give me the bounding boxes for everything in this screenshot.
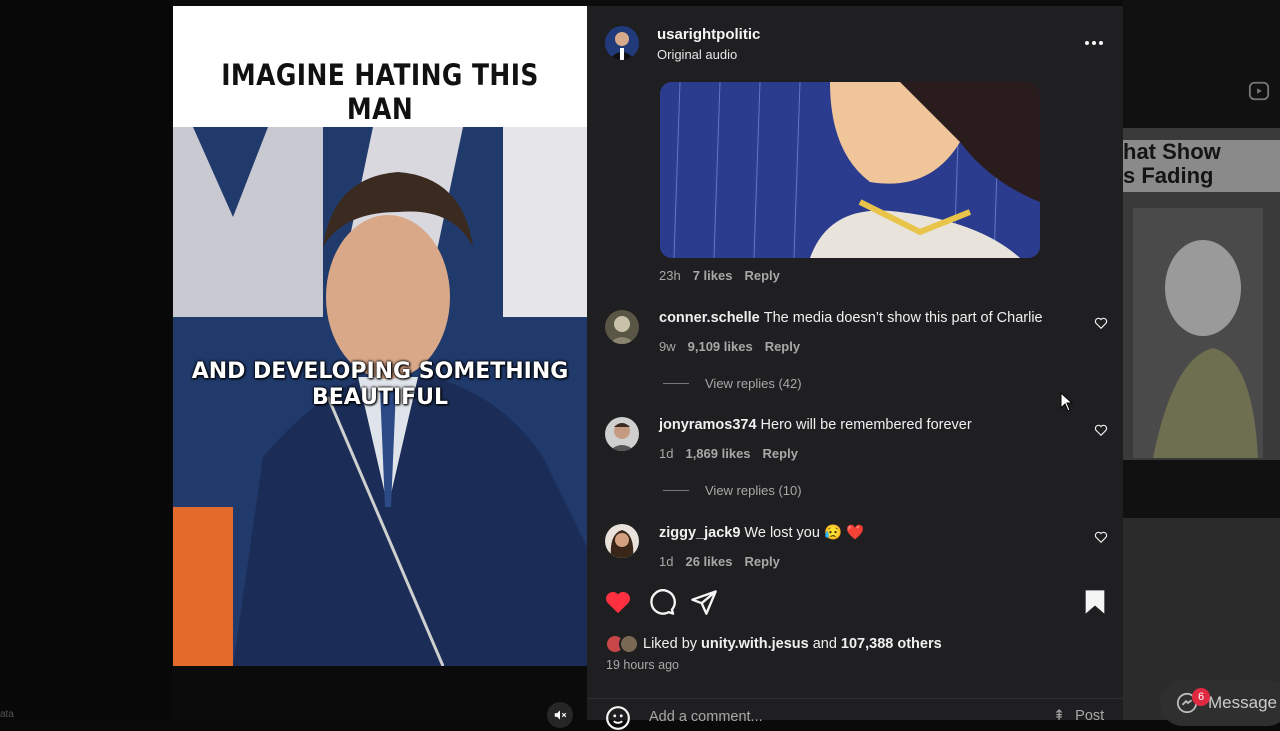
- post-comment-button[interactable]: ⇞ Post: [1053, 708, 1104, 724]
- view-replies-button[interactable]: View replies (10): [663, 483, 802, 498]
- post-label: Post: [1075, 708, 1105, 724]
- replies-divider: [663, 490, 689, 491]
- avatar-image: [605, 417, 639, 451]
- comment-meta: 1d 1,869 likes Reply: [659, 446, 798, 461]
- comment-likes[interactable]: 9,109 likes: [688, 339, 753, 354]
- more-options-icon[interactable]: [1083, 32, 1105, 54]
- comment-time: 1d: [659, 554, 674, 569]
- add-comment-bar: ⇞ Post: [587, 698, 1123, 731]
- commenter-avatar[interactable]: [605, 417, 639, 451]
- post-header: usarightpolitic Original audio: [587, 6, 1123, 76]
- media-headline: IMAGINE HATING THIS MAN: [221, 58, 539, 126]
- commenter-username[interactable]: conner.schelle: [659, 310, 760, 326]
- emoji-icon[interactable]: [605, 705, 631, 731]
- view-replies-button[interactable]: View replies (42): [663, 376, 802, 391]
- like-comment-heart-icon[interactable]: [1094, 423, 1108, 437]
- post-details-panel: usarightpolitic Original audio 23h 7 lik…: [587, 6, 1123, 730]
- post-action-bar: [587, 586, 1123, 620]
- comment-time: 1d: [659, 446, 674, 461]
- comment-meta: 1d 26 likes Reply: [659, 554, 780, 569]
- caption-line-2: s Fading: [1123, 163, 1214, 188]
- commenter-username[interactable]: jonyramos374: [659, 417, 757, 433]
- audio-label[interactable]: Original audio: [657, 47, 737, 62]
- view-replies-label: View replies (10): [705, 483, 802, 498]
- messages-label: Message: [1208, 693, 1277, 712]
- commenter-avatar[interactable]: [605, 524, 639, 558]
- comment-likes[interactable]: 26 likes: [685, 554, 732, 569]
- mute-button[interactable]: [547, 702, 573, 728]
- messages-button[interactable]: 6 Message: [1160, 680, 1280, 726]
- liker-avatar: [619, 634, 639, 654]
- reels-icon[interactable]: [1248, 80, 1270, 102]
- post-time: 19 hours ago: [606, 658, 679, 672]
- subtitle-line-2: BEAUTIFUL: [311, 385, 449, 410]
- comment-likes[interactable]: 1,869 likes: [685, 446, 750, 461]
- liked-by-prefix: Liked by: [643, 636, 698, 652]
- comment-gif[interactable]: [660, 82, 1040, 258]
- avatar-image: [605, 310, 639, 344]
- avatar-image: [605, 524, 639, 558]
- comment-text: jonyramos374 Hero will be remembered fore…: [659, 417, 972, 433]
- messages-badge: 6: [1192, 688, 1210, 706]
- comment-text: conner.schelle The media doesn’t show thi…: [659, 310, 1043, 326]
- author-username[interactable]: usarightpolitic: [657, 26, 760, 43]
- share-icon[interactable]: [690, 588, 718, 616]
- gif-comment-meta: 23h 7 likes Reply: [659, 268, 780, 283]
- like-comment-heart-icon[interactable]: [1094, 530, 1108, 544]
- add-comment-input[interactable]: [649, 707, 1029, 727]
- anime-gif-image: [660, 82, 1040, 258]
- reply-button[interactable]: Reply: [744, 268, 779, 283]
- comment-icon[interactable]: [648, 588, 676, 616]
- commenter-avatar[interactable]: [605, 310, 639, 344]
- comment-text: ziggy_jack9 We lost you 😥 ❤️: [659, 524, 864, 541]
- background-card-caption: hat Show s Fading: [1123, 140, 1280, 192]
- comment-time: 9w: [659, 339, 676, 354]
- comment-body: Hero will be remembered forever: [760, 417, 972, 433]
- comment-body: The media doesn’t show this part of Char…: [763, 310, 1043, 326]
- left-edge-text: ata: [0, 709, 14, 720]
- media-subtitle: AND DEVELOPING SOMETHING BEAUTIFUL: [173, 359, 587, 411]
- comment-body: We lost you 😥 ❤️: [744, 525, 865, 541]
- replies-divider: [663, 383, 689, 384]
- like-comment-heart-icon[interactable]: [1094, 316, 1108, 330]
- mouse-cursor-icon: [1060, 392, 1074, 412]
- left-background: ata: [0, 0, 172, 720]
- comment-likes[interactable]: 7 likes: [693, 268, 733, 283]
- reply-button[interactable]: Reply: [763, 446, 798, 461]
- author-avatar[interactable]: [605, 26, 639, 60]
- caption-line-1: hat Show: [1123, 139, 1221, 164]
- view-replies-label: View replies (42): [705, 376, 802, 391]
- reply-button[interactable]: Reply: [765, 339, 800, 354]
- author-avatar-image: [605, 26, 639, 60]
- background-person-image: [1133, 208, 1263, 458]
- reply-button[interactable]: Reply: [744, 554, 779, 569]
- liker-username[interactable]: unity.with.jesus: [701, 636, 809, 652]
- heart-icon[interactable]: [604, 588, 632, 616]
- background-video-card[interactable]: hat Show s Fading: [1123, 128, 1280, 460]
- liked-and: and: [812, 636, 837, 652]
- likes-summary: Liked by unity.with.jesus and 107,388 ot…: [605, 632, 942, 656]
- subtitle-line-1: AND DEVELOPING SOMETHING: [191, 359, 569, 384]
- comment-time: 23h: [659, 268, 681, 283]
- post-separator: ⇞: [1053, 708, 1066, 724]
- bookmark-icon[interactable]: [1081, 588, 1109, 616]
- others-count[interactable]: 107,388 others: [841, 636, 942, 652]
- commenter-username[interactable]: ziggy_jack9: [659, 525, 740, 541]
- comment-meta: 9w 9,109 likes Reply: [659, 339, 800, 354]
- post-media[interactable]: IMAGINE HATING THIS MAN AND DEVELOPING S…: [173, 6, 587, 666]
